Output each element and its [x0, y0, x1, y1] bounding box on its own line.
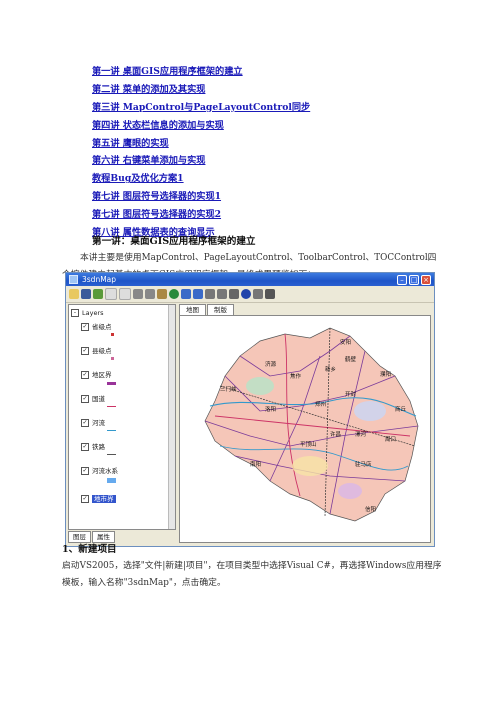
arrow-icon	[229, 289, 239, 299]
save-icon	[81, 289, 91, 299]
forward-icon	[193, 289, 203, 299]
region-patch	[354, 401, 386, 421]
layer-item[interactable]: ✓ 地市界	[75, 493, 116, 503]
map-label: 开封	[345, 390, 357, 398]
app-screenshot: 3sdnMap – □ × - Layers ✓ 省级点 ✓ 县级点 ✓ 地区界…	[65, 272, 435, 547]
fixed-zoom-icon	[217, 289, 227, 299]
maximize-icon: □	[409, 274, 419, 285]
scrollbar[interactable]	[168, 305, 175, 529]
map-label: 南阳	[250, 460, 261, 468]
map-label: 三门峡	[220, 385, 237, 393]
map-label: 洛阳	[265, 405, 276, 413]
section-text: 启动VS2005，选择"文件|新建|项目"，在项目类型中选择Visual C#，…	[62, 561, 442, 588]
toc-link[interactable]: 第六讲 右键菜单添加与实现	[92, 152, 412, 170]
layer-symbol	[107, 382, 116, 385]
layer-symbol	[107, 430, 116, 431]
map-label: 安阳	[340, 338, 351, 346]
province-map: 信阳 开封 郑州 许昌 洛阳 平顶山 南阳 三门峡 焦作 新乡 安阳 驻马店 周…	[204, 327, 419, 522]
province-shape	[204, 327, 419, 522]
toc-link[interactable]: 第三讲 MapControl与PageLayoutControl同步	[92, 99, 412, 117]
layers-root: - Layers	[71, 309, 104, 317]
map-toolbar	[66, 286, 434, 303]
layer-symbol	[111, 333, 114, 336]
layer-symbol	[111, 357, 114, 360]
layer-item[interactable]: ✓ 县级点	[75, 345, 112, 355]
toc-link[interactable]: 教程Bug及优化方案1	[92, 170, 412, 188]
pan-icon	[157, 289, 167, 299]
add-data-icon	[93, 289, 103, 299]
tab-layout[interactable]: 制版	[207, 304, 234, 315]
toc-link[interactable]: 第四讲 状态栏信息的添加与实现	[92, 117, 412, 135]
identify-icon	[241, 289, 251, 299]
map-control[interactable]: 信阳 开封 郑州 许昌 洛阳 平顶山 南阳 三门峡 焦作 新乡 安阳 驻马店 周…	[179, 315, 431, 543]
document-page: 第一讲 桌面GIS应用程序框架的建立 第二讲 菜单的添加及其实现 第三讲 Map…	[0, 0, 496, 702]
checkbox-icon[interactable]: ✓	[81, 323, 89, 331]
tab-map[interactable]: 地图	[179, 304, 206, 315]
map-label: 郑州	[315, 400, 326, 408]
measure-icon	[265, 289, 275, 299]
undo-icon	[105, 288, 117, 300]
region-patch	[338, 483, 362, 499]
app-icon	[69, 275, 78, 284]
region-patch	[246, 377, 274, 395]
layer-item[interactable]: ✓ 铁路	[75, 441, 105, 451]
map-label: 平顶山	[300, 440, 317, 448]
layer-symbol	[107, 406, 116, 407]
zoom-out-icon	[145, 289, 155, 299]
layer-item[interactable]: ✓ 地区界	[75, 369, 112, 379]
map-label: 鹤壁	[345, 355, 357, 363]
open-icon	[69, 289, 79, 299]
close-icon: ×	[421, 274, 431, 285]
minimize-icon: –	[397, 274, 407, 285]
map-label: 济源	[265, 360, 277, 368]
map-label: 驻马店	[355, 460, 372, 468]
checkbox-icon[interactable]: ✓	[81, 419, 89, 427]
expand-icon: -	[71, 309, 79, 317]
lecture-heading: 第一讲：桌面GIS应用程序框架的建立	[92, 236, 256, 247]
checkbox-icon[interactable]: ✓	[81, 395, 89, 403]
map-label: 许昌	[330, 430, 341, 438]
toc-link[interactable]: 第一讲 桌面GIS应用程序框架的建立	[92, 63, 412, 81]
layer-symbol	[107, 454, 116, 455]
map-label: 信阳	[365, 505, 376, 513]
layer-item[interactable]: ✓ 国道	[75, 393, 105, 403]
table-of-contents: 第一讲 桌面GIS应用程序框架的建立 第二讲 菜单的添加及其实现 第三讲 Map…	[92, 63, 412, 242]
layer-item[interactable]: ✓ 河流	[75, 417, 105, 427]
section-heading: 1、新建项目	[62, 544, 117, 555]
layer-item[interactable]: ✓ 省级点	[75, 321, 112, 331]
checkbox-icon[interactable]: ✓	[81, 371, 89, 379]
full-extent-icon	[169, 289, 179, 299]
checkbox-icon[interactable]: ✓	[81, 467, 89, 475]
zoom-in-icon	[133, 289, 143, 299]
toc-link[interactable]: 第二讲 菜单的添加及其实现	[92, 81, 412, 99]
map-label: 新乡	[325, 365, 336, 373]
checkbox-icon[interactable]: ✓	[81, 443, 89, 451]
map-label: 周口	[385, 436, 396, 443]
toc-link[interactable]: 第七讲 图层符号选择器的实现1	[92, 188, 412, 206]
checkbox-icon[interactable]: ✓	[81, 495, 89, 503]
layer-item[interactable]: ✓ 河流水系	[75, 465, 118, 475]
toc-control: - Layers ✓ 省级点 ✓ 县级点 ✓ 地区界 ✓ 国道 ✓ 河流 ✓ 铁路 ✓ 河流水系…	[68, 304, 176, 530]
map-label: 商丘	[395, 405, 407, 413]
window-title: 3sdnMap	[82, 275, 117, 284]
find-icon	[253, 289, 263, 299]
map-label: 焦作	[290, 372, 302, 380]
checkbox-icon[interactable]: ✓	[81, 347, 89, 355]
layer-symbol	[107, 478, 116, 483]
map-label: 漯河	[355, 430, 367, 438]
map-tabs: 地图 制版	[179, 304, 235, 315]
select-icon	[205, 289, 215, 299]
map-label: 濮阳	[380, 370, 391, 378]
back-icon	[181, 289, 191, 299]
window-titlebar: 3sdnMap – □ ×	[66, 273, 434, 286]
toc-link[interactable]: 第五讲 鹰眼的实现	[92, 135, 412, 153]
toc-link[interactable]: 第七讲 图层符号选择器的实现2	[92, 206, 412, 224]
region-patch	[292, 456, 328, 476]
redo-icon	[119, 288, 131, 300]
